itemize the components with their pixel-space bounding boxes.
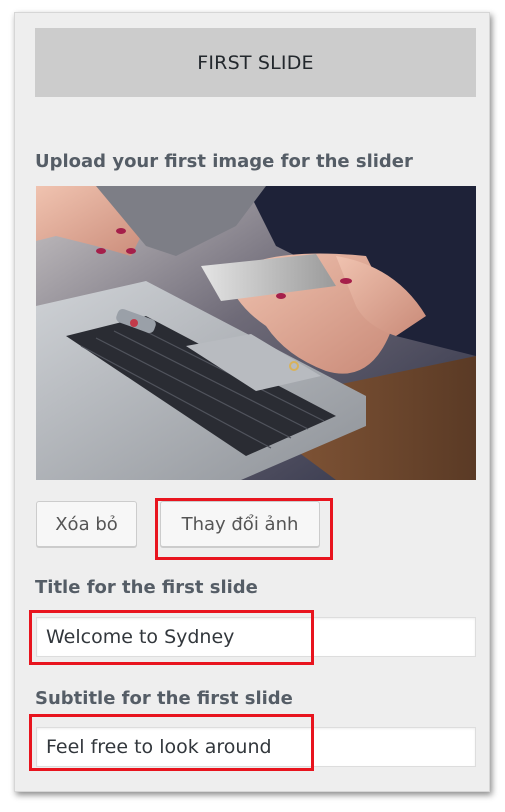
subtitle-input[interactable]: Feel free to look around: [36, 727, 476, 767]
slide-photo: [36, 186, 476, 480]
slide-image-preview[interactable]: [36, 186, 476, 480]
title-input[interactable]: Welcome to Sydney: [36, 617, 476, 657]
image-field-label: Upload your first image for the slider: [35, 151, 413, 172]
title-field-label: Title for the first slide: [35, 577, 258, 598]
customizer-panel: FIRST SLIDE Upload your first image for …: [14, 12, 490, 792]
change-image-button[interactable]: Thay đổi ảnh: [160, 501, 320, 547]
subtitle-field-label: Subtitle for the first slide: [35, 688, 293, 709]
section-header: FIRST SLIDE: [35, 28, 476, 97]
remove-image-button[interactable]: Xóa bỏ: [36, 501, 137, 547]
section-title: FIRST SLIDE: [197, 51, 314, 74]
